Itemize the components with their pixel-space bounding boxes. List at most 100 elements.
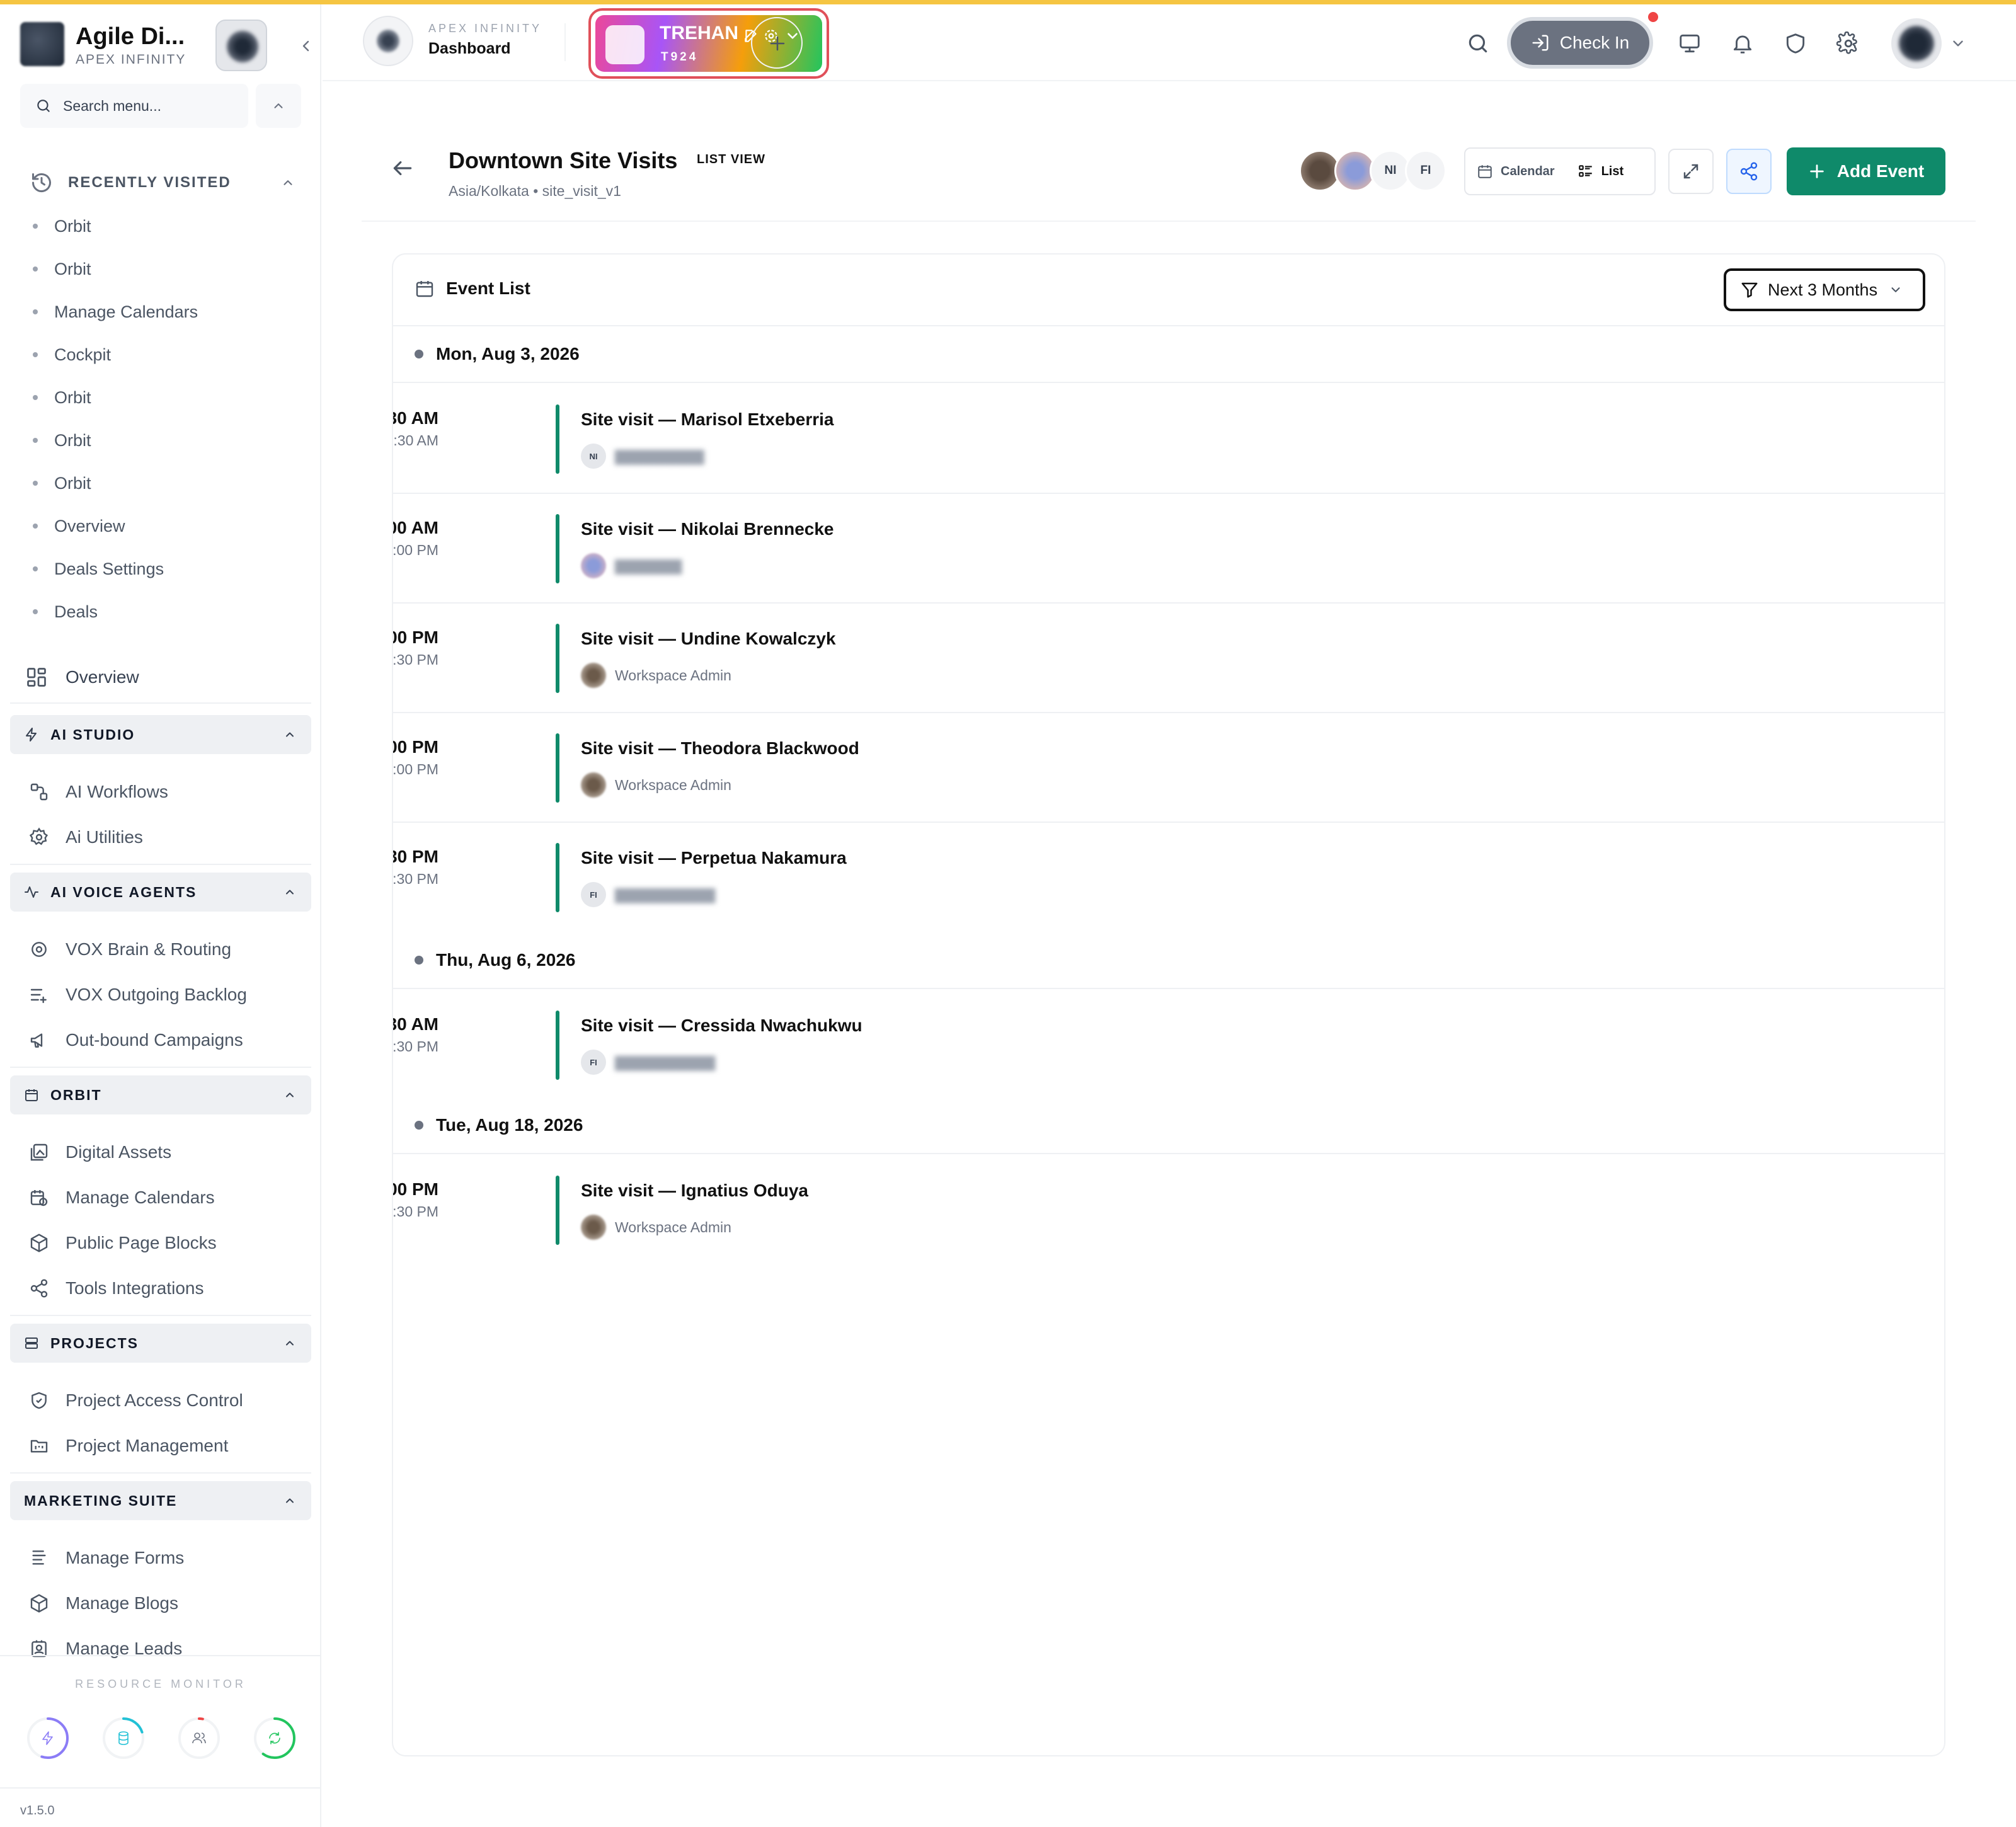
section-ai-studio[interactable]: AI STUDIO (10, 715, 311, 754)
sidebar: Agile Di... APEX INFINITY RECENTLY VISIT… (0, 4, 321, 1827)
brand: Agile Di... APEX INFINITY (20, 16, 310, 72)
recent-item[interactable]: Cockpit (33, 333, 297, 376)
sidebar-item-vox-outgoing-backlog[interactable]: VOX Outgoing Backlog (29, 976, 300, 1014)
sidebar-item-overview[interactable]: Overview (25, 658, 296, 696)
gauge-storage[interactable] (101, 1715, 146, 1761)
user-avatar[interactable] (1891, 18, 1942, 69)
date-group-header: Mon, Aug 3, 2026 (393, 326, 1944, 383)
event-row[interactable]: 3:00 PM 4:00 PM Site visit — Theodora Bl… (393, 713, 1944, 823)
expand-button[interactable] (1668, 149, 1714, 194)
workspace-name: TREHAN (660, 23, 738, 43)
sidebar-item-manage-calendars[interactable]: Manage Calendars (29, 1179, 300, 1217)
workspace-logo[interactable] (363, 16, 413, 66)
divider (564, 23, 566, 61)
recent-item[interactable]: Orbit (33, 462, 297, 505)
gauge-sync[interactable] (252, 1715, 297, 1761)
bullet-icon (33, 609, 38, 614)
add-event-button[interactable]: Add Event (1787, 147, 1945, 195)
back-button[interactable] (391, 156, 415, 180)
notifications-button[interactable] (1725, 26, 1760, 61)
event-owner: NI ▇▇▇▇▇▇▇▇ (581, 444, 704, 469)
list-icon (1578, 165, 1592, 177)
event-start-time: 3:00 PM (393, 1179, 438, 1199)
sidebar-item-project-access-control[interactable]: Project Access Control (29, 1382, 300, 1419)
sidebar-item-public-page-blocks[interactable]: Public Page Blocks (29, 1224, 300, 1262)
sidebar-item-outbound-campaigns[interactable]: Out-bound Campaigns (29, 1021, 300, 1059)
collapse-sidebar-button[interactable] (294, 33, 319, 59)
owner-name-redacted: ▇▇▇▇▇▇▇▇ (615, 447, 704, 464)
chevron-up-icon (284, 180, 292, 185)
history-icon (32, 173, 51, 193)
sidebar-item-manage-blogs[interactable]: Manage Blogs (29, 1584, 300, 1622)
event-list-card: Event List Next 3 Months Mon, Aug 3, 202… (392, 253, 1945, 1756)
sidebar-item-manage-forms[interactable]: Manage Forms (29, 1539, 300, 1577)
quick-add-button[interactable] (751, 17, 803, 69)
event-row[interactable]: 2:00 PM 3:30 PM Site visit — Undine Kowa… (393, 604, 1944, 713)
menu-search-input[interactable] (63, 97, 233, 115)
security-button[interactable] (1778, 26, 1813, 61)
share-button[interactable] (1726, 149, 1772, 194)
user-menu-toggle[interactable] (1947, 26, 1969, 61)
database-icon (118, 1731, 129, 1745)
sidebar-item-tools-integrations[interactable]: Tools Integrations (29, 1269, 300, 1307)
recent-item[interactable]: Orbit (33, 205, 297, 248)
view-calendar-button[interactable]: Calendar (1465, 153, 1566, 190)
chevron-down-icon (1891, 287, 1900, 292)
recent-item[interactable]: Manage Calendars (33, 290, 297, 333)
global-search-button[interactable] (1460, 26, 1496, 61)
recent-item[interactable]: Deals Settings (33, 547, 297, 590)
event-row[interactable]: 3:00 PM 4:30 PM Site visit — Ignatius Od… (393, 1155, 1944, 1265)
recently-visited-header[interactable]: RECENTLY VISITED (30, 167, 295, 198)
search-icon (37, 100, 50, 112)
view-list-button[interactable]: List (1566, 153, 1635, 190)
bullet-icon (415, 350, 423, 358)
chevron-up-icon (286, 1092, 294, 1097)
bullet-icon (415, 1121, 423, 1130)
section-projects[interactable]: PROJECTS (10, 1324, 311, 1363)
sidebar-item-ai-workflows[interactable]: AI Workflows (29, 773, 300, 811)
brand-avatar[interactable] (215, 20, 267, 71)
recent-item[interactable]: Orbit (33, 248, 297, 290)
recently-visited-list: Orbit Orbit Manage Calendars Cockpit Orb… (33, 205, 297, 633)
log-in-icon (1532, 35, 1549, 51)
event-end-time: 3:30 PM (392, 651, 438, 668)
gauge-users[interactable] (176, 1715, 222, 1761)
display-button[interactable] (1672, 26, 1707, 61)
view-mode-tag: LIST VIEW (697, 152, 765, 166)
section-orbit[interactable]: ORBIT (10, 1075, 311, 1114)
breadcrumb-title[interactable]: Dashboard (428, 40, 511, 58)
event-row[interactable]: 11:00 AM 12:00 PM Site visit — Nikolai B… (393, 494, 1944, 604)
event-row[interactable]: 11:30 AM 12:30 PM Site visit — Cressida … (393, 990, 1944, 1100)
owner-avatar (581, 772, 606, 798)
recent-item[interactable]: Orbit (33, 419, 297, 462)
settings-button[interactable] (1831, 26, 1866, 61)
sidebar-item-vox-brain[interactable]: VOX Brain & Routing (29, 931, 300, 968)
sidebar-item-ai-utilities[interactable]: Ai Utilities (29, 818, 300, 856)
users-gauge-ring (178, 1717, 220, 1759)
recent-item[interactable]: Deals (33, 590, 297, 633)
recent-item[interactable]: Overview (33, 505, 297, 547)
search-collapse-button[interactable] (256, 84, 301, 128)
divider (10, 1472, 311, 1474)
event-owner: Workspace Admin (581, 663, 731, 688)
sidebar-item-manage-leads[interactable]: Manage Leads (29, 1630, 300, 1668)
event-end-time: 12:00 PM (392, 542, 438, 558)
event-start-time: 9:30 AM (393, 408, 438, 428)
bullet-icon (33, 481, 38, 486)
owner-avatar (581, 663, 606, 688)
event-row[interactable]: 9:30 AM 10:30 AM Site visit — Marisol Et… (393, 384, 1944, 494)
section-marketing-suite[interactable]: MARKETING SUITE (10, 1481, 311, 1520)
calendar-clock-icon (30, 1190, 48, 1206)
sidebar-item-digital-assets[interactable]: Digital Assets (29, 1133, 300, 1171)
section-ai-voice-agents[interactable]: AI VOICE AGENTS (10, 873, 311, 912)
menu-search[interactable] (20, 84, 248, 128)
gauge-power[interactable] (25, 1715, 71, 1761)
breadcrumb-org: APEX INFINITY (428, 22, 542, 35)
event-row[interactable]: 4:30 PM 5:30 PM Site visit — Perpetua Na… (393, 823, 1944, 932)
check-in-button[interactable]: Check In (1507, 17, 1653, 69)
bullet-icon (33, 524, 38, 529)
sidebar-item-project-management[interactable]: Project Management (29, 1427, 300, 1465)
recent-item[interactable]: Orbit (33, 376, 297, 419)
cube-icon (30, 1234, 48, 1252)
date-range-filter[interactable]: Next 3 Months (1724, 268, 1925, 311)
